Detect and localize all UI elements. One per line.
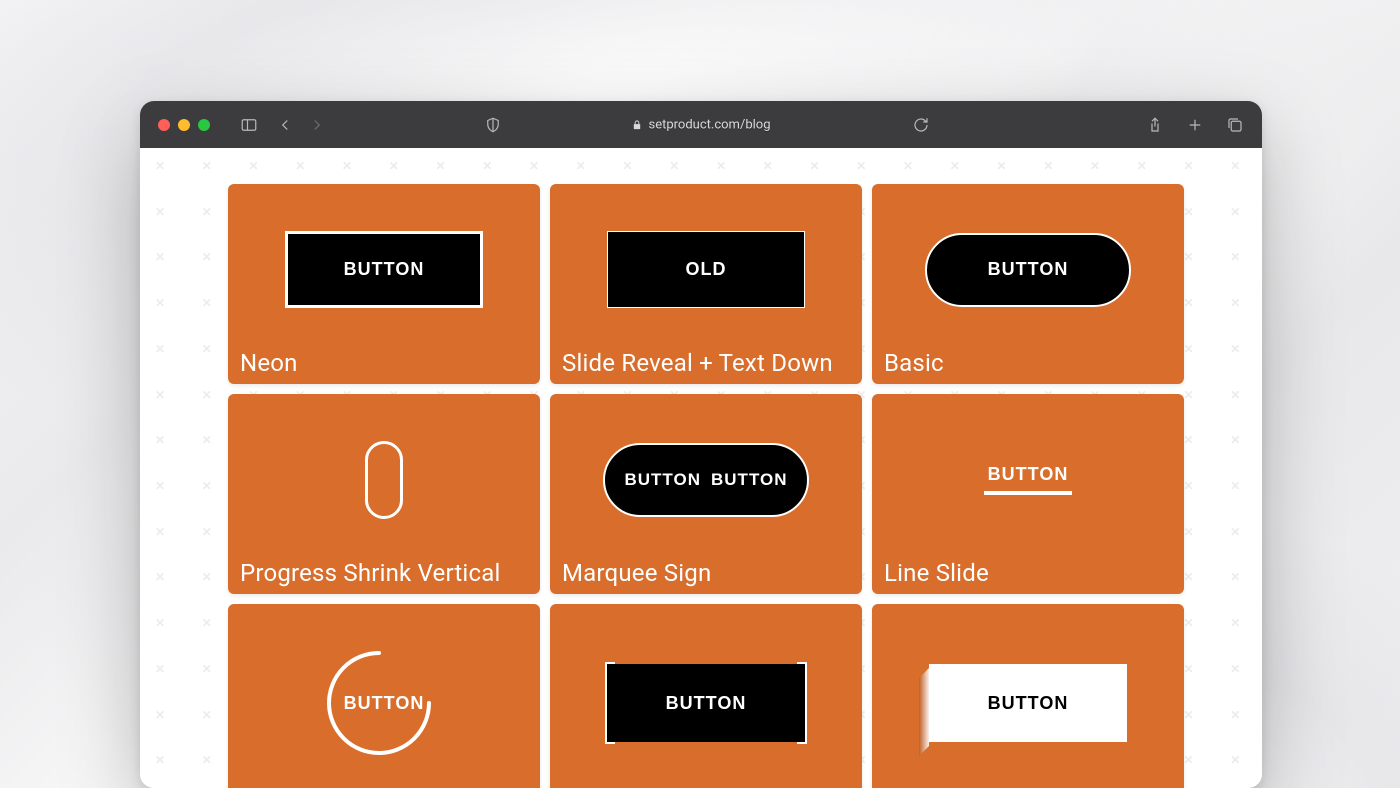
card-title: Basic (884, 350, 1172, 376)
card-arc[interactable]: BUTTON (228, 604, 540, 788)
bracket-corner (797, 742, 807, 744)
nav-buttons (276, 116, 326, 134)
white3d-text: BUTTON (988, 693, 1069, 714)
card-demo: OLD (562, 194, 850, 346)
card-slide-reveal[interactable]: OLD Slide Reveal + Text Down (550, 184, 862, 384)
bracket-text: BUTTON (666, 693, 747, 714)
share-icon[interactable] (1146, 116, 1164, 134)
card-neon[interactable]: BUTTON Neon (228, 184, 540, 384)
bracket-corner (797, 662, 807, 664)
marquee-text-2: BUTTON (711, 470, 788, 490)
window-controls (158, 119, 210, 131)
card-title: Progress Shrink Vertical (240, 560, 528, 586)
card-demo: BUTTON (562, 614, 850, 788)
demo-button-arc[interactable]: BUTTON (309, 648, 459, 758)
card-basic[interactable]: BUTTON Basic (872, 184, 1184, 384)
refresh-icon[interactable] (912, 116, 930, 134)
card-title: Slide Reveal + Text Down (562, 350, 850, 376)
browser-titlebar: setproduct.com/blog (140, 101, 1262, 148)
toolbar-left (240, 116, 326, 134)
card-line-slide[interactable]: BUTTON Line Slide (872, 394, 1184, 594)
bracket-corner (605, 662, 615, 664)
window-close-button[interactable] (158, 119, 170, 131)
card-progress-shrink[interactable]: Progress Shrink Vertical (228, 394, 540, 594)
demo-button-white3d[interactable]: BUTTON (929, 664, 1127, 742)
arc-text: BUTTON (344, 693, 425, 714)
card-demo: BUTTON (884, 194, 1172, 346)
demo-button-slide-reveal[interactable]: OLD (607, 231, 805, 308)
card-white3d[interactable]: BUTTON (872, 604, 1184, 788)
card-marquee-sign[interactable]: BUTTON BUTTON Marquee Sign (550, 394, 862, 594)
cards-grid: BUTTON Neon OLD Slide Reveal + Text Down… (228, 184, 1184, 788)
page-content: ✕✕✕✕✕✕✕✕✕✕✕✕✕✕✕✕✕✕✕✕✕✕✕✕✕✕✕✕✕✕✕✕✕✕✕✕✕✕✕✕… (140, 148, 1262, 788)
forward-icon[interactable] (308, 116, 326, 134)
card-title: Line Slide (884, 560, 1172, 586)
url-text: setproduct.com/blog (649, 117, 771, 132)
privacy-shield-icon[interactable] (484, 116, 502, 134)
card-demo: BUTTON (884, 404, 1172, 556)
marquee-text-1: BUTTON (624, 470, 701, 490)
card-bracket[interactable]: BUTTON (550, 604, 862, 788)
demo-button-neon[interactable]: BUTTON (285, 231, 483, 308)
bracket-corner (605, 742, 615, 744)
window-minimize-button[interactable] (178, 119, 190, 131)
toolbar-right (1146, 101, 1244, 148)
card-demo: BUTTON BUTTON (562, 404, 850, 556)
address-bar[interactable]: setproduct.com/blog (632, 117, 771, 132)
line-slide-underline (984, 491, 1072, 495)
sidebar-toggle-icon[interactable] (240, 116, 258, 134)
card-title: Marquee Sign (562, 560, 850, 586)
demo-button-bracket[interactable]: BUTTON (607, 664, 805, 742)
back-icon[interactable] (276, 116, 294, 134)
demo-button-basic[interactable]: BUTTON (925, 233, 1131, 307)
line-slide-text: BUTTON (988, 464, 1069, 485)
window-maximize-button[interactable] (198, 119, 210, 131)
lock-icon (632, 119, 643, 130)
demo-button-progress-shrink[interactable] (365, 441, 403, 519)
demo-button-marquee[interactable]: BUTTON BUTTON (603, 443, 809, 517)
card-demo: BUTTON (884, 614, 1172, 788)
browser-window: setproduct.com/blog ✕✕✕✕✕✕✕✕✕✕✕✕✕✕✕✕✕✕✕✕… (140, 101, 1262, 788)
card-demo: BUTTON (240, 614, 528, 788)
card-demo (240, 404, 528, 556)
card-demo: BUTTON (240, 194, 528, 346)
card-title: Neon (240, 350, 528, 376)
tabs-overview-icon[interactable] (1226, 116, 1244, 134)
demo-button-line-slide[interactable]: BUTTON (984, 464, 1072, 495)
new-tab-icon[interactable] (1186, 116, 1204, 134)
